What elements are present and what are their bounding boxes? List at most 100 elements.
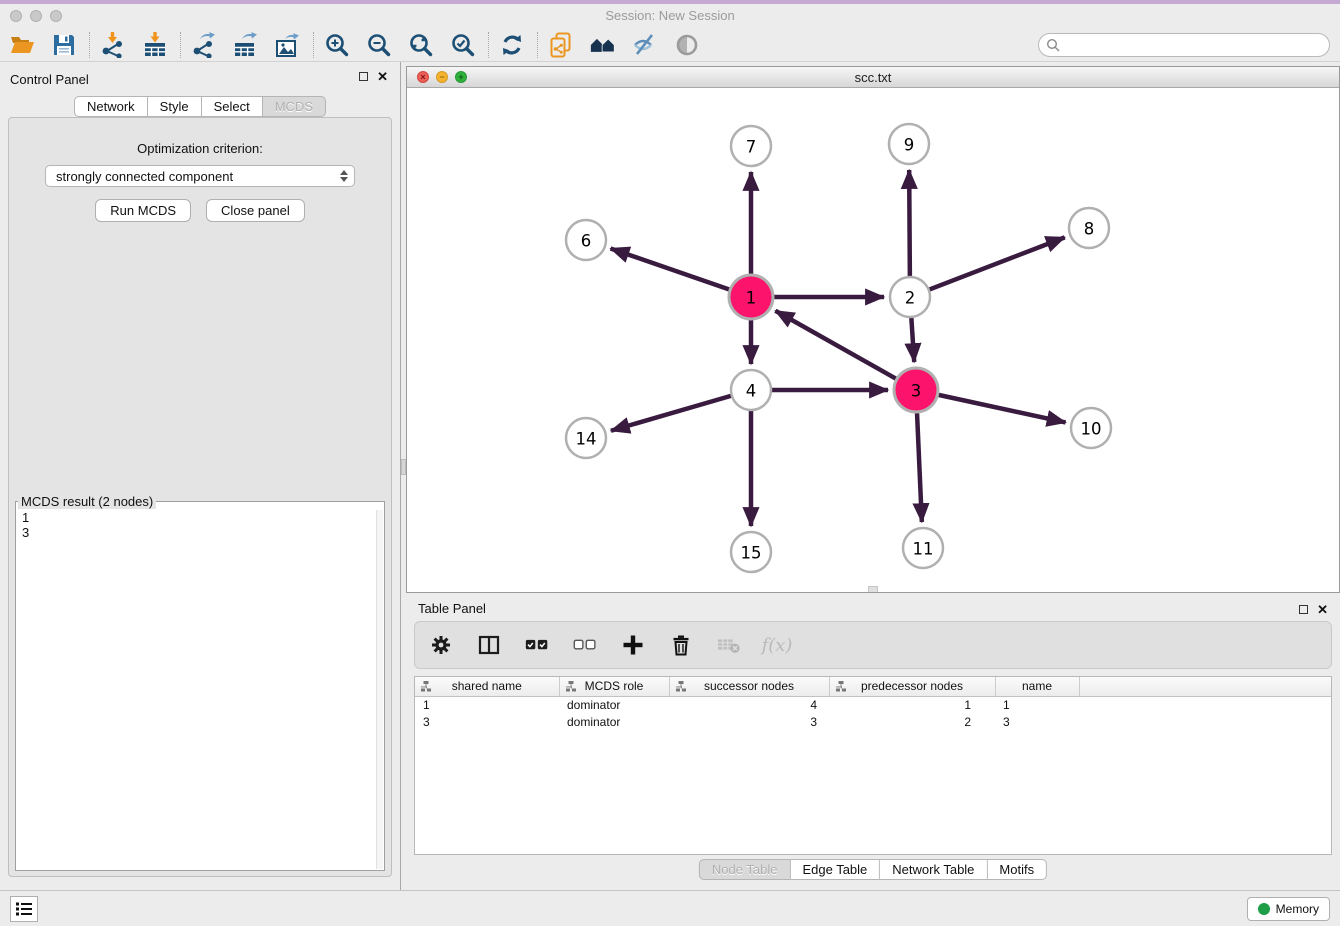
graph-node-14[interactable]: 14 bbox=[566, 418, 606, 458]
table-toolbar: f(x) bbox=[414, 621, 1332, 669]
tab-network[interactable]: Network bbox=[74, 96, 148, 117]
close-panel-button[interactable]: Close panel bbox=[206, 199, 305, 222]
select-all-columns-icon[interactable] bbox=[525, 633, 549, 657]
search-input[interactable] bbox=[1065, 38, 1329, 52]
tab-mcds[interactable]: MCDS bbox=[263, 96, 326, 117]
table-cell[interactable]: 3 bbox=[995, 713, 1079, 730]
unselect-all-columns-icon[interactable] bbox=[573, 633, 597, 657]
table-cell[interactable]: 1 bbox=[995, 696, 1079, 713]
graph-node-2[interactable]: 2 bbox=[890, 277, 930, 317]
node-table[interactable]: shared nameMCDS role successor nodes prede… bbox=[414, 676, 1332, 855]
toolbar-separator bbox=[313, 32, 314, 58]
network-window-titlebar[interactable]: × − + scc.txt bbox=[407, 67, 1339, 88]
column-label: successor nodes bbox=[704, 679, 794, 693]
tab-node-table[interactable]: Node Table bbox=[699, 859, 791, 880]
mcds-result-box[interactable]: MCDS result (2 nodes) 1 3 bbox=[15, 494, 385, 871]
task-history-button[interactable] bbox=[10, 896, 38, 922]
float-panel-icon[interactable] bbox=[359, 72, 368, 81]
graph-edge-2-8[interactable] bbox=[930, 237, 1065, 289]
tab-style[interactable]: Style bbox=[148, 96, 202, 117]
add-row-icon[interactable] bbox=[621, 633, 645, 657]
column-header-MCDS-role[interactable]: MCDS role bbox=[559, 677, 669, 696]
tab-network-table[interactable]: Network Table bbox=[880, 859, 987, 880]
network-canvas[interactable]: 7 9 6 8 1 2 4 3 14 10 15 11 bbox=[407, 88, 1339, 592]
column-header-shared-name[interactable]: shared name bbox=[415, 677, 559, 696]
graph-node-11[interactable]: 11 bbox=[903, 528, 943, 568]
table-cell[interactable]: 2 bbox=[829, 713, 995, 730]
column-header-name[interactable]: name bbox=[995, 677, 1079, 696]
graph-edge-4-14[interactable] bbox=[611, 396, 731, 431]
window-title: Session: New Session bbox=[0, 8, 1340, 23]
zoom-out-icon[interactable] bbox=[366, 32, 392, 58]
column-header-successor-nodes[interactable]: successor nodes bbox=[669, 677, 829, 696]
node-label: 4 bbox=[746, 382, 757, 401]
run-mcds-button[interactable]: Run MCDS bbox=[95, 199, 191, 222]
table-cell[interactable]: 3 bbox=[415, 713, 559, 730]
app-window: Session: New Session bbox=[0, 0, 1340, 926]
tab-edge-table[interactable]: Edge Table bbox=[790, 859, 880, 880]
criterion-select[interactable]: strongly connected component bbox=[45, 165, 355, 187]
toolbar-separator bbox=[537, 32, 538, 58]
table-cell[interactable]: 4 bbox=[669, 696, 829, 713]
graph-edge-1-6[interactable] bbox=[611, 248, 730, 289]
column-sort-icon bbox=[421, 681, 431, 695]
close-table-panel-icon[interactable]: ✕ bbox=[1317, 604, 1328, 615]
table-row[interactable]: 3dominator323 bbox=[415, 713, 1331, 730]
network-window-title: scc.txt bbox=[407, 70, 1339, 85]
show-all-networks-icon[interactable] bbox=[590, 32, 616, 58]
close-panel-icon[interactable]: ✕ bbox=[377, 71, 388, 82]
table-cell[interactable]: 1 bbox=[829, 696, 995, 713]
canvas-resize-handle[interactable] bbox=[868, 586, 878, 592]
graph-edge-3-10[interactable] bbox=[938, 395, 1065, 423]
node-label: 9 bbox=[904, 136, 915, 155]
float-table-panel-icon[interactable] bbox=[1299, 605, 1308, 614]
graph-node-4[interactable]: 4 bbox=[731, 370, 771, 410]
node-label: 8 bbox=[1084, 220, 1095, 239]
export-network-icon[interactable] bbox=[191, 32, 217, 58]
open-session-icon[interactable] bbox=[9, 32, 35, 58]
graph-edge-3-11[interactable] bbox=[917, 413, 922, 522]
import-table-icon[interactable] bbox=[142, 32, 168, 58]
graph-node-10[interactable]: 10 bbox=[1071, 408, 1111, 448]
graph-node-3[interactable]: 3 bbox=[894, 368, 938, 412]
zoom-selected-icon[interactable] bbox=[450, 32, 476, 58]
zoom-in-icon[interactable] bbox=[324, 32, 350, 58]
table-options-gear-icon[interactable] bbox=[429, 633, 453, 657]
open-network-file-icon[interactable] bbox=[548, 32, 574, 58]
graph-node-6[interactable]: 6 bbox=[566, 220, 606, 260]
table-row[interactable]: 1dominator411 bbox=[415, 696, 1331, 713]
memory-button[interactable]: Memory bbox=[1247, 897, 1330, 921]
tab-motifs[interactable]: Motifs bbox=[987, 859, 1047, 880]
graph-node-9[interactable]: 9 bbox=[889, 124, 929, 164]
table-panel-title: Table Panel bbox=[418, 601, 486, 616]
table-cell[interactable]: dominator bbox=[559, 713, 669, 730]
graph-node-1[interactable]: 1 bbox=[729, 275, 773, 319]
tab-select[interactable]: Select bbox=[202, 96, 263, 117]
export-table-icon[interactable] bbox=[233, 32, 259, 58]
table-cell[interactable]: dominator bbox=[559, 696, 669, 713]
delete-row-trash-icon[interactable] bbox=[669, 633, 693, 657]
table-panel: Table Panel ✕ bbox=[406, 595, 1340, 890]
graph-node-8[interactable]: 8 bbox=[1069, 208, 1109, 248]
graph-edge-3-1[interactable] bbox=[775, 311, 896, 379]
hide-graphics-details-icon[interactable] bbox=[632, 32, 658, 58]
graph-node-7[interactable]: 7 bbox=[731, 126, 771, 166]
show-column-panel-icon[interactable] bbox=[477, 633, 501, 657]
table-cell[interactable]: 3 bbox=[669, 713, 829, 730]
import-network-icon[interactable] bbox=[100, 32, 126, 58]
zoom-fit-icon[interactable] bbox=[408, 32, 434, 58]
show-graphics-details-icon[interactable] bbox=[674, 32, 700, 58]
graph-edge-2-3[interactable] bbox=[911, 318, 914, 362]
network-view-window: × − + scc.txt 7 9 6 8 1 2 4 3 14 10 15 11 bbox=[406, 66, 1340, 593]
graph-edge-2-9[interactable] bbox=[909, 170, 910, 276]
export-image-icon[interactable] bbox=[275, 32, 301, 58]
result-scrollbar[interactable] bbox=[376, 510, 383, 869]
column-sort-icon bbox=[836, 681, 846, 695]
node-label: 10 bbox=[1081, 420, 1102, 439]
column-header-predecessor-nodes[interactable]: predecessor nodes bbox=[829, 677, 995, 696]
refresh-layout-icon[interactable] bbox=[499, 32, 525, 58]
search-box[interactable] bbox=[1038, 33, 1330, 57]
save-session-icon[interactable] bbox=[51, 32, 77, 58]
graph-node-15[interactable]: 15 bbox=[731, 532, 771, 572]
table-cell[interactable]: 1 bbox=[415, 696, 559, 713]
